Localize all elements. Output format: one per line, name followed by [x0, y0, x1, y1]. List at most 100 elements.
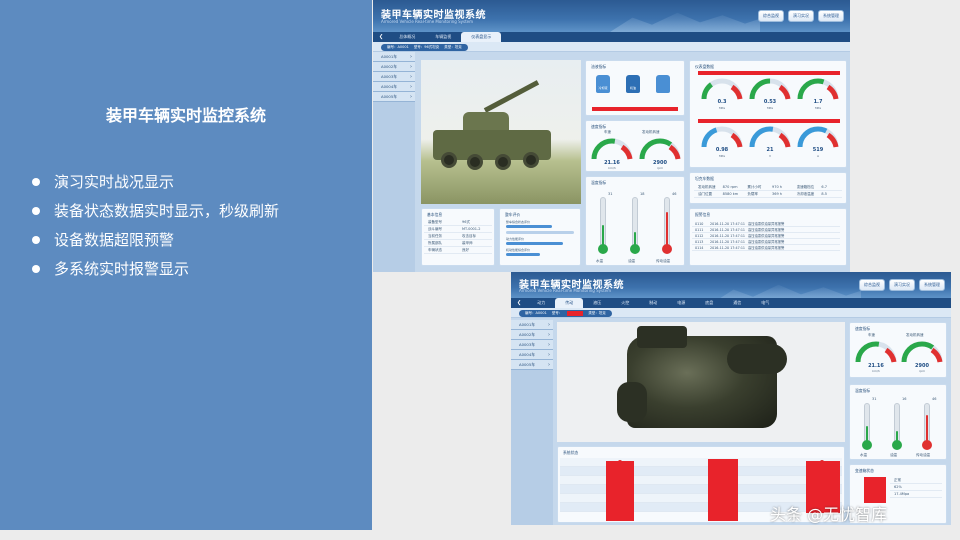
tab-bar: ❮ 总体概况 车辆监视 仪表盘显示 — [373, 32, 850, 42]
bullet-item: 多系统实时报警显示 — [32, 259, 279, 288]
gauge-unit: km/h — [608, 166, 616, 170]
tab-hydraulic[interactable]: 液压 — [583, 298, 611, 308]
gauge-value: 0.3 — [717, 99, 727, 105]
tab-brake[interactable]: 制动 — [639, 298, 667, 308]
cell: MT-0001-2 — [462, 227, 481, 231]
bottle-label: 机油 — [629, 86, 636, 90]
cell: 0110 — [695, 222, 704, 226]
tab-power[interactable]: 动力 — [527, 298, 555, 308]
cell: 高压油泵供油量异常报警 — [748, 234, 785, 238]
temp-label: 传动油温 — [916, 453, 930, 457]
vehicle-model: 型号： — [551, 311, 563, 315]
cell: 负载率 — [747, 192, 758, 196]
tank-wheel — [441, 152, 457, 168]
back-arrow-icon[interactable]: ❮ — [511, 300, 527, 306]
oil-temp-thermometer — [892, 403, 902, 450]
main-content: 系统状态 速度指标 车速 发动机转速 21.16 km/h 2900 rpm 温… — [555, 322, 949, 524]
vehicle-class: 类型：坦克 — [444, 45, 462, 49]
card-title: 仪表盘数据 — [695, 64, 714, 69]
bullet-text: 多系统实时报警显示 — [54, 260, 190, 278]
bullet-text: 设备数据超限预警 — [54, 231, 175, 249]
card-title: 温度指标 — [591, 180, 607, 185]
sidebar-item-vehicle[interactable]: A0003车 — [511, 340, 553, 350]
cell: 17.4Mpa — [894, 492, 910, 496]
sidebar-item-vehicle[interactable]: A0001车 — [511, 320, 553, 330]
vehicle-data-table: 发动机转速 870 rpm 累计小时 970 h 变速箱档位 6.7 油门位置 8580 k… — [694, 184, 842, 198]
cell: 8580 km — [722, 192, 739, 196]
cell: 0114 — [695, 246, 704, 250]
table-row: 发动机转速 870 rpm 累计小时 970 h 变速箱档位 6.7 — [694, 184, 842, 191]
alarm-card: 报警信息 0110 2016-11-20 17:47:11 高压油泵供油量异常报警 … — [689, 208, 847, 266]
gauge-unit: A — [816, 154, 820, 158]
tab-transmission[interactable]: 传动 — [555, 298, 584, 308]
instrument-card: 仪表盘数据 0.3 MPa 0.53 MPa 1.7 MPa 0.98 MPa 21 V 519 A — [689, 60, 847, 168]
fluid-alert-bar — [592, 107, 678, 111]
sidebar-item-vehicle[interactable]: A0002车 — [511, 330, 553, 340]
tank-wheel — [523, 152, 539, 168]
thermo-bulb — [892, 440, 902, 450]
vehicle-model: 型号：96式坦克 — [413, 45, 440, 49]
temp-value: 16 — [902, 397, 907, 401]
sidebar-item-vehicle[interactable]: A0004车 — [511, 350, 553, 360]
tab-electrical[interactable]: 电气 — [751, 298, 779, 308]
cell: 870 rpm — [722, 185, 738, 189]
cell: 正常 — [894, 478, 901, 482]
sidebar-item-vehicle[interactable]: A0005车 — [511, 360, 553, 370]
tab-overview[interactable]: 总体概况 — [389, 32, 425, 42]
sidebar-item-vehicle[interactable]: A0001车 — [373, 52, 415, 62]
trans-temp-thermometer — [662, 197, 672, 254]
tab-power-supply[interactable]: 电源 — [667, 298, 695, 308]
eval-label: 动力性能评价 — [506, 237, 525, 241]
gauge-value: 1.7 — [813, 99, 823, 105]
overview-button[interactable]: 综合监视 — [758, 10, 784, 22]
cell: 车辆状态 — [428, 248, 442, 252]
tab-comms[interactable]: 通信 — [723, 298, 751, 308]
eval-progress-bar — [506, 225, 552, 228]
sidebar-item-vehicle[interactable]: A0002车 — [373, 62, 415, 72]
gauge-value: 519 — [812, 147, 824, 153]
bullet-dot-icon — [32, 207, 40, 215]
alarm-table: 0110 2016-11-20 17:47:11 高压油泵供油量异常报警 0111 2… — [692, 221, 840, 251]
table-row: 装备型号 96式 — [424, 219, 492, 226]
card-title: 变速箱状态 — [855, 468, 874, 473]
cell: 2016-11-20 17:47:11 — [710, 234, 746, 238]
tab-fire-control[interactable]: 火控 — [611, 298, 639, 308]
bullet-list: 演习实时战况显示 装备状态数据实时显示，秒级刷新 设备数据超限预警 多系统实时报… — [32, 172, 279, 288]
cell: 累计小时 — [747, 185, 762, 189]
temp-value: 31 — [872, 397, 877, 401]
cell: 装备型号 — [428, 220, 442, 224]
sidebar-item-vehicle[interactable]: A0003车 — [373, 72, 415, 82]
table-row: 当前任务 攻击目标 — [424, 233, 492, 240]
tank-barrel — [483, 80, 540, 113]
oil-bottle-icon: 机油 — [626, 75, 640, 93]
cell: 所属部队 — [428, 241, 442, 245]
eval-progress-bar — [506, 242, 563, 245]
sidebar-item-vehicle[interactable]: A0005车 — [373, 92, 415, 102]
eval-label: 整车综合状态评价 — [506, 220, 531, 224]
main-content: 油液指标 冷却液 机油 速度指标 车速 发动机转速 21.16 km/h 290… — [417, 54, 848, 270]
bullet-dot-icon — [32, 236, 40, 244]
system-admin-button[interactable]: 系统管理 — [818, 10, 844, 22]
card-title: 坦克车数据 — [695, 176, 714, 181]
tab-chassis[interactable]: 底盘 — [695, 298, 723, 308]
temp-label: 油温 — [890, 453, 897, 457]
table-row — [560, 485, 842, 494]
gauge-unit: rpm — [918, 369, 926, 373]
overview-button[interactable]: 综合监视 — [859, 279, 885, 291]
water-temp-thermometer — [598, 197, 608, 254]
tab-instruments[interactable]: 仪表盘显示 — [461, 32, 502, 42]
bullet-text: 装备状态数据实时显示，秒级刷新 — [54, 202, 280, 220]
speed-card: 速度指标 车速 发动机转速 21.16 km/h 2900 rpm — [849, 322, 947, 378]
card-title: 油液指标 — [591, 64, 607, 69]
exercise-button[interactable]: 演习实况 — [788, 10, 814, 22]
tab-vehicle-monitor[interactable]: 车辆监视 — [425, 32, 461, 42]
temp-value: 46 — [932, 397, 937, 401]
gauge-label: 发动机转速 — [642, 130, 660, 134]
sidebar-item-vehicle[interactable]: A0004车 — [373, 82, 415, 92]
back-arrow-icon[interactable]: ❮ — [373, 34, 389, 40]
temp-value: 18 — [640, 192, 645, 196]
exercise-button[interactable]: 演习实况 — [889, 279, 915, 291]
rpm-gauge: 2900 rpm — [900, 340, 944, 376]
table-row: 正常 — [890, 477, 942, 484]
system-admin-button[interactable]: 系统管理 — [919, 279, 945, 291]
